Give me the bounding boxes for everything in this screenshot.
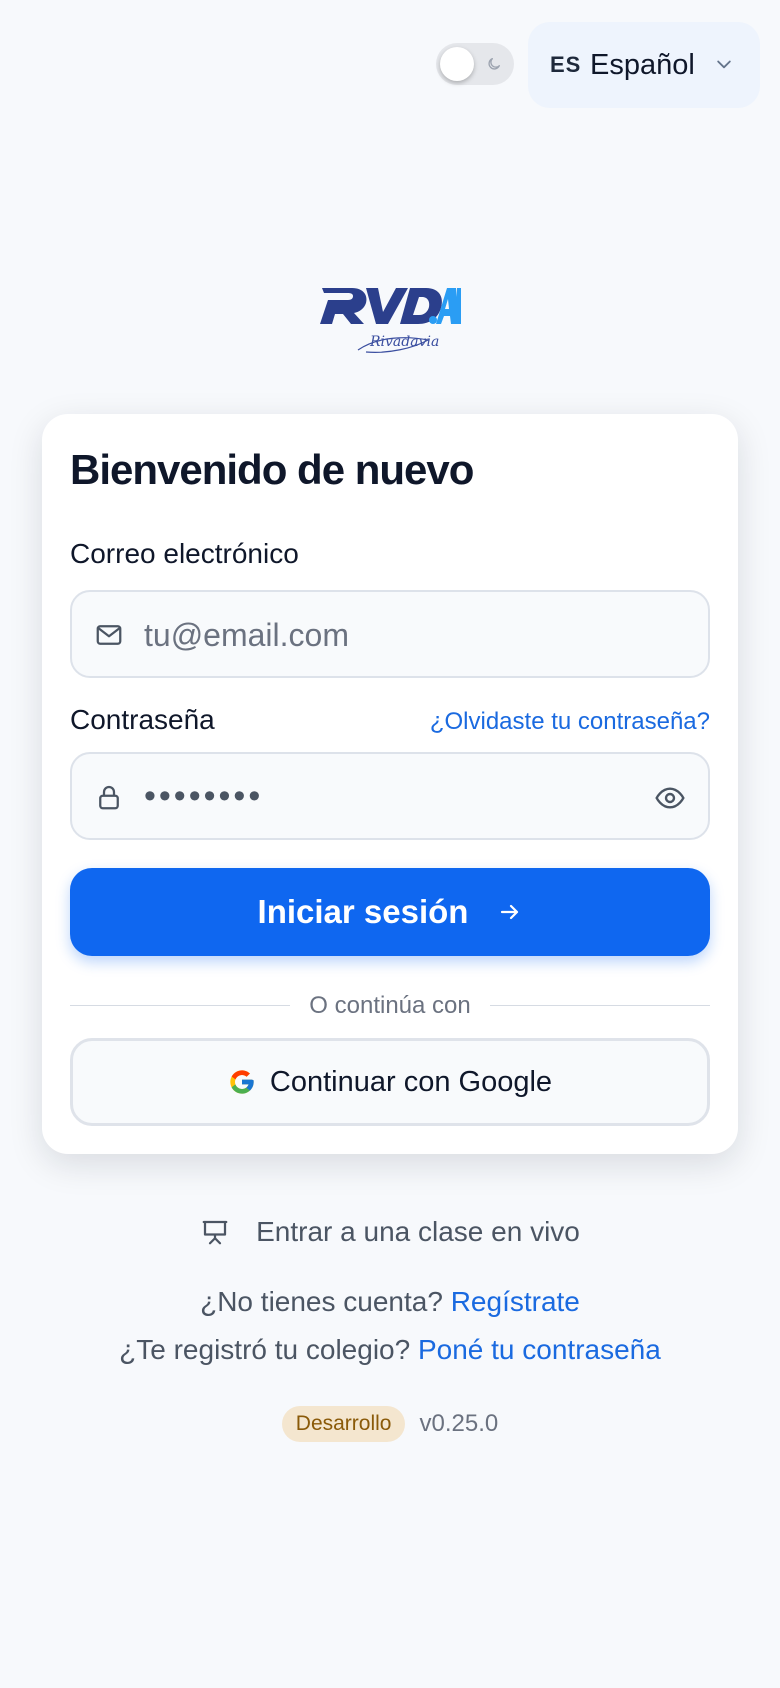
password-input-box[interactable]: ••••••••	[70, 752, 710, 840]
email-field[interactable]	[142, 606, 646, 664]
language-label: Español	[590, 48, 695, 81]
live-class-label: Entrar a una clase en vivo	[256, 1216, 580, 1247]
signup-prompt: ¿No tienes cuenta?	[200, 1286, 443, 1317]
signup-line: ¿No tienes cuenta? Regístrate	[0, 1286, 780, 1318]
live-class-link[interactable]: Entrar a una clase en vivo	[0, 1210, 780, 1254]
language-code: ES	[550, 52, 582, 77]
login-card: Bienvenido de nuevo Correo electrónico C…	[42, 414, 738, 1154]
signup-link[interactable]: Regístrate	[451, 1286, 580, 1317]
divider: O continúa con	[70, 988, 710, 1024]
google-login-button[interactable]: Continuar con Google	[70, 1038, 710, 1126]
moon-icon	[488, 58, 500, 70]
password-label: Contraseña	[70, 704, 215, 735]
environment-badge: Desarrollo	[281, 1406, 406, 1442]
svg-text:Rivadavia: Rivadavia	[369, 334, 439, 350]
theme-toggle[interactable]	[436, 43, 514, 85]
divider-text: O continúa con	[295, 992, 485, 1019]
eye-icon[interactable]	[654, 782, 686, 814]
email-input-box[interactable]	[70, 590, 710, 678]
school-prompt: ¿Te registró tu colegio?	[119, 1334, 411, 1365]
lock-icon	[99, 785, 119, 810]
mail-icon	[96, 625, 122, 645]
page-title: Bienvenido de nuevo	[70, 446, 474, 493]
login-button-label: Iniciar sesión	[257, 893, 469, 930]
password-field[interactable]: ••••••••	[144, 778, 263, 814]
google-button-label: Continuar con Google	[269, 1065, 553, 1098]
login-button[interactable]: Iniciar sesión	[70, 868, 710, 956]
toggle-knob	[440, 47, 474, 81]
brand-logo: Rivadavia	[320, 288, 461, 353]
email-label: Correo electrónico	[70, 538, 299, 569]
presentation-icon	[202, 1220, 228, 1245]
arrow-right-icon	[501, 904, 519, 920]
footer: Desarrollo v0.25.0	[0, 1406, 780, 1442]
school-line: ¿Te registró tu colegio? Poné tu contras…	[0, 1334, 780, 1366]
chevron-down-icon	[717, 60, 731, 69]
version-label: v0.25.0	[419, 1410, 499, 1437]
google-icon	[230, 1070, 254, 1094]
set-password-link[interactable]: Poné tu contraseña	[418, 1334, 661, 1365]
language-selector[interactable]: ES Español	[528, 22, 760, 108]
forgot-password-link[interactable]: ¿Olvidaste tu contraseña?	[430, 708, 710, 736]
